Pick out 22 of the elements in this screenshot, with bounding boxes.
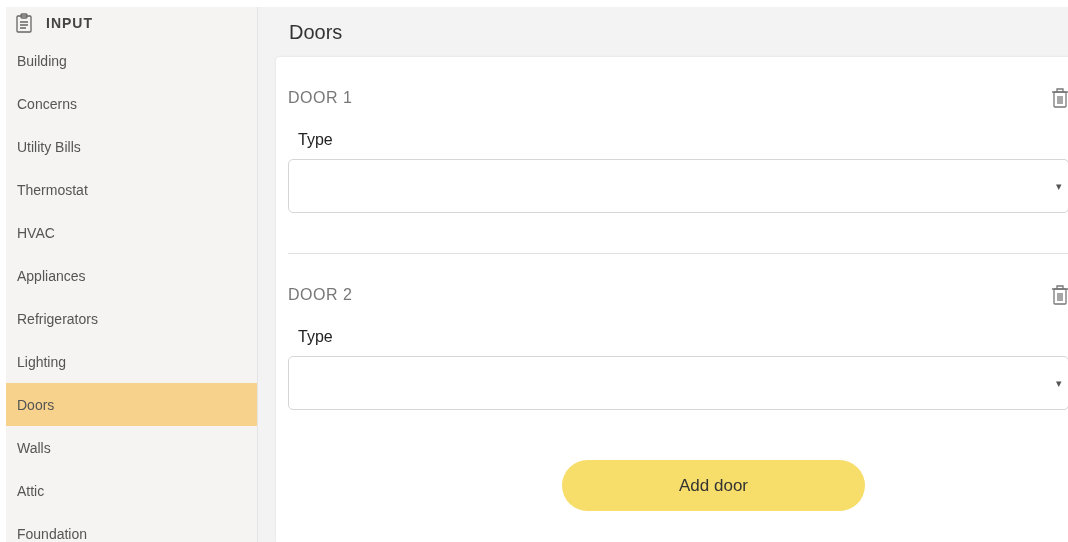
sidebar-item[interactable]: Walls: [6, 426, 257, 469]
sidebar-item[interactable]: Concerns: [6, 82, 257, 125]
sidebar-header: INPUT: [46, 15, 93, 31]
sidebar-item[interactable]: HVAC: [6, 211, 257, 254]
trash-icon[interactable]: [1051, 284, 1068, 306]
door-title: DOOR 1: [288, 89, 353, 107]
sidebar-item[interactable]: Appliances: [6, 254, 257, 297]
sidebar-item[interactable]: Thermostat: [6, 168, 257, 211]
sidebar-item[interactable]: Building: [6, 39, 257, 82]
door-title: DOOR 2: [288, 286, 353, 304]
sidebar-item[interactable]: Foundation: [6, 512, 257, 542]
sidebar-item[interactable]: Lighting: [6, 340, 257, 383]
sidebar-item[interactable]: Attic: [6, 469, 257, 512]
sidebar-item[interactable]: Utility Bills: [6, 125, 257, 168]
trash-icon[interactable]: [1051, 87, 1068, 109]
sidebar-item[interactable]: Refrigerators: [6, 297, 257, 340]
field-label: Type: [298, 131, 334, 149]
add-door-button[interactable]: Add door: [562, 460, 865, 511]
page-title: Doors: [288, 19, 344, 45]
clipboard-icon: [16, 13, 32, 33]
sidebar-item[interactable]: Doors: [6, 383, 257, 426]
field-label: Type: [298, 328, 334, 346]
